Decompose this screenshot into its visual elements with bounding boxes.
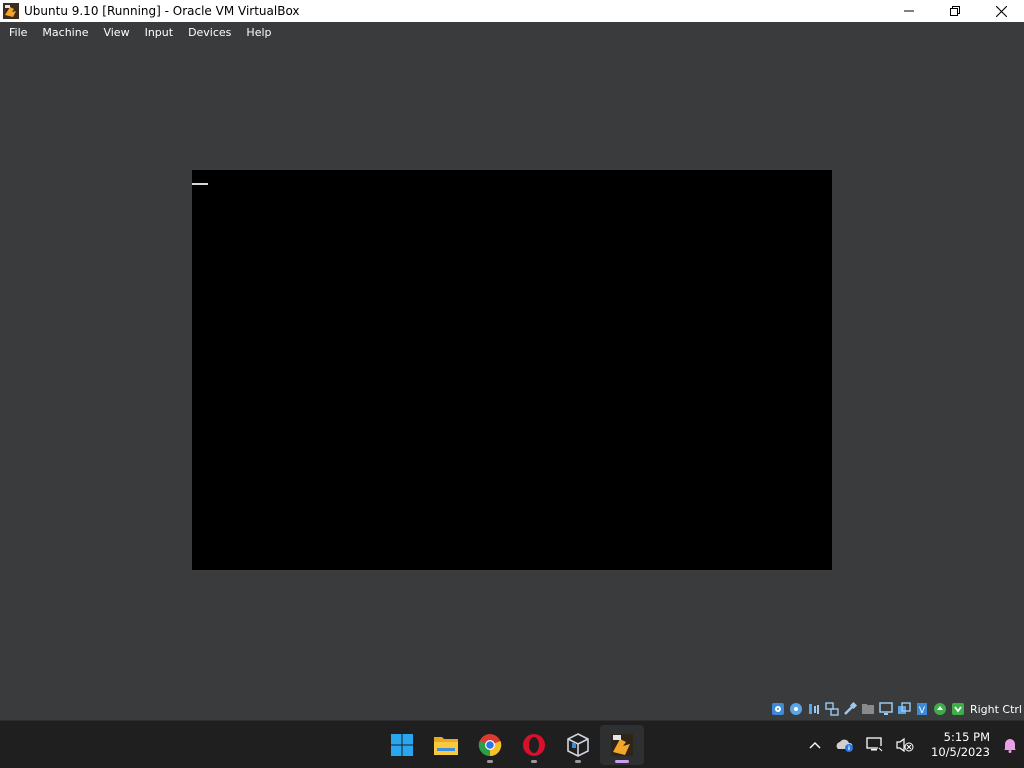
file-explorer-icon: [434, 736, 458, 755]
maximize-button[interactable]: [932, 0, 978, 22]
chrome-button[interactable]: [468, 725, 512, 765]
menu-devices[interactable]: Devices: [182, 26, 237, 39]
virtualbox-vm-icon: [611, 733, 633, 756]
chrome-icon: [478, 733, 502, 756]
windows-start-icon: [391, 733, 413, 756]
virtualbox-manager-button[interactable]: [556, 725, 600, 765]
shared-folders-icon[interactable]: [860, 701, 876, 717]
bell-icon: [1004, 738, 1016, 753]
menu-file[interactable]: File: [3, 26, 33, 39]
keyboard-icon[interactable]: [950, 701, 966, 717]
window-title: Ubuntu 9.10 [Running] - Oracle VM Virtua…: [24, 4, 300, 18]
menu-machine[interactable]: Machine: [36, 26, 94, 39]
hard-disk-icon[interactable]: [770, 701, 786, 717]
menu-view[interactable]: View: [97, 26, 135, 39]
taskbar-clock[interactable]: 5:15 PM 10/5/2023: [922, 730, 990, 760]
notifications-button[interactable]: [996, 725, 1024, 765]
minimize-button[interactable]: [886, 0, 932, 22]
onedrive-button[interactable]: [830, 725, 860, 765]
chevron-up-icon: [809, 741, 821, 748]
cloud-info-icon: [836, 739, 853, 752]
menu-help[interactable]: Help: [240, 26, 277, 39]
volume-muted-icon: [896, 737, 914, 752]
window-titlebar: Ubuntu 9.10 [Running] - Oracle VM Virtua…: [0, 0, 1024, 22]
svg-text:V: V: [919, 706, 926, 716]
virtualbox-app-icon: [3, 3, 19, 19]
menu-input[interactable]: Input: [139, 26, 179, 39]
restore-icon: [950, 6, 960, 16]
display-icon[interactable]: [878, 701, 894, 717]
running-indicator: [487, 759, 493, 763]
virtualbox-vm-button[interactable]: [600, 724, 644, 765]
windows-taskbar: 5:15 PM 10/5/2023: [0, 720, 1024, 768]
text-cursor: [192, 183, 208, 185]
start-button[interactable]: [380, 725, 424, 765]
running-indicator: [531, 759, 537, 763]
vm-status-bar: V Right Ctrl: [0, 698, 1024, 720]
host-key-label: Right Ctrl: [969, 702, 1022, 716]
vm-display[interactable]: [192, 170, 832, 570]
volume-tray-button[interactable]: [890, 725, 920, 765]
opera-icon: [523, 733, 545, 756]
recording-icon[interactable]: [896, 701, 912, 717]
opera-button[interactable]: [512, 725, 556, 765]
minimize-icon: [904, 10, 914, 12]
active-indicator: [615, 759, 629, 763]
close-icon: [995, 5, 1007, 17]
audio-icon[interactable]: [806, 701, 822, 717]
system-tray: 5:15 PM 10/5/2023: [800, 721, 1024, 768]
network-icon[interactable]: [824, 701, 840, 717]
usb-icon[interactable]: [842, 701, 858, 717]
network-monitor-icon: [866, 736, 883, 752]
network-tray-button[interactable]: [860, 725, 890, 765]
virtualbox-icon: [567, 732, 589, 757]
mouse-integration-icon[interactable]: [932, 701, 948, 717]
show-hidden-icons-button[interactable]: [800, 725, 830, 765]
cpu-icon[interactable]: V: [914, 701, 930, 717]
clock-time: 5:15 PM: [943, 729, 990, 744]
close-button[interactable]: [978, 0, 1024, 22]
file-explorer-button[interactable]: [424, 725, 468, 765]
optical-drive-icon[interactable]: [788, 701, 804, 717]
menu-bar: File Machine View Input Devices Help: [0, 22, 1024, 42]
running-indicator: [575, 759, 581, 763]
clock-date: 10/5/2023: [931, 744, 990, 759]
